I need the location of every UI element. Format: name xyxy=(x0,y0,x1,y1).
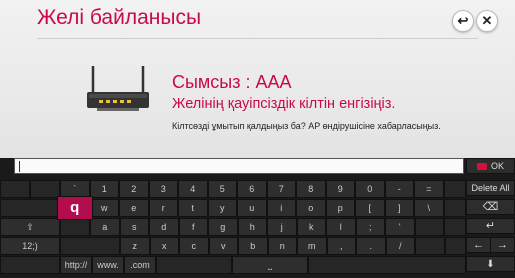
router-icon xyxy=(87,66,149,111)
key[interactable]: p xyxy=(325,199,355,217)
key-q-selected[interactable]: q xyxy=(57,196,93,220)
key[interactable]: m xyxy=(297,237,327,255)
key[interactable]: . xyxy=(356,237,386,255)
symbols-toggle-key[interactable]: 12;) xyxy=(0,237,60,255)
blank-key xyxy=(444,218,466,236)
key[interactable]: 3 xyxy=(148,180,178,198)
text-cursor xyxy=(19,161,20,172)
forgot-password-hint: Кілтсөзді ұмытып қалдыңыз ба? AP өндіруш… xyxy=(172,121,441,131)
key[interactable]: - xyxy=(384,180,414,198)
key[interactable]: i xyxy=(266,199,296,217)
dialog-title: Желі байланысы xyxy=(37,6,202,29)
blank-key xyxy=(444,237,466,255)
key[interactable]: l xyxy=(326,218,356,236)
key[interactable]: o xyxy=(296,199,326,217)
key[interactable]: r xyxy=(148,199,178,217)
key[interactable]: [ xyxy=(355,199,385,217)
shift-icon[interactable]: ⇧ xyxy=(0,218,60,236)
key[interactable]: u xyxy=(237,199,267,217)
key[interactable]: d xyxy=(149,218,179,236)
ok-button[interactable]: OK xyxy=(466,158,515,174)
key[interactable]: t xyxy=(178,199,208,217)
key[interactable]: \ xyxy=(414,199,444,217)
blank-key xyxy=(0,180,30,198)
blank-key xyxy=(443,180,466,198)
blank-key xyxy=(443,199,466,217)
key[interactable]: e xyxy=(119,199,149,217)
blank-key xyxy=(308,256,466,274)
key[interactable]: v xyxy=(208,237,238,255)
left-arrow-icon[interactable]: ← xyxy=(466,237,491,253)
key[interactable]: y xyxy=(207,199,237,217)
key[interactable]: c xyxy=(179,237,209,255)
key[interactable]: z xyxy=(120,237,150,255)
download-icon[interactable]: ⬇ xyxy=(466,256,515,272)
key[interactable]: 2 xyxy=(119,180,149,198)
key[interactable]: = xyxy=(414,180,444,198)
title-separator xyxy=(37,38,478,39)
blank-key xyxy=(415,237,445,255)
close-button[interactable]: ✕ xyxy=(476,10,498,32)
back-button[interactable]: ↩ xyxy=(452,10,474,32)
key[interactable]: g xyxy=(208,218,238,236)
key[interactable]: f xyxy=(178,218,208,236)
key[interactable]: b xyxy=(238,237,268,255)
key[interactable]: 0 xyxy=(355,180,385,198)
key[interactable]: a xyxy=(90,218,120,236)
key[interactable]: n xyxy=(267,237,297,255)
key[interactable]: 4 xyxy=(178,180,208,198)
space-bar[interactable]: ⎵ xyxy=(232,256,308,274)
blank-key xyxy=(30,180,60,198)
key[interactable]: 8 xyxy=(296,180,326,198)
enter-icon[interactable]: ↵ xyxy=(466,218,515,234)
key[interactable]: 7 xyxy=(266,180,296,198)
right-arrow-icon[interactable]: → xyxy=(490,237,515,253)
key[interactable]: x xyxy=(149,237,179,255)
key[interactable]: 1 xyxy=(89,180,119,198)
key[interactable]: s xyxy=(119,218,149,236)
key[interactable]: k xyxy=(296,218,326,236)
red-button-icon xyxy=(476,163,487,170)
key[interactable]: 9 xyxy=(325,180,355,198)
key[interactable]: ; xyxy=(355,218,385,236)
shortcut-key[interactable]: http:// xyxy=(60,256,92,274)
key[interactable]: 5 xyxy=(207,180,237,198)
key[interactable]: ' xyxy=(385,218,415,236)
blank-key xyxy=(60,218,90,236)
on-screen-keyboard: OK ⇧ 12;) ` 1 2 3 4 5 6 7 8 9 0- = q w e r t y u i o p[] \ a s d f g h… xyxy=(0,158,515,278)
network-dialog: Желі байланысы ↩ ✕ Сымсыз : ААА Желінің … xyxy=(0,0,515,159)
key[interactable]: , xyxy=(326,237,356,255)
key[interactable]: w xyxy=(89,199,119,217)
security-key-prompt: Желінің қауіпсіздік кілтін енгізіңіз. xyxy=(172,96,396,112)
ok-label: OK xyxy=(490,161,504,171)
blank-key xyxy=(156,256,232,274)
key[interactable]: 6 xyxy=(237,180,267,198)
shortcut-key[interactable]: .com xyxy=(124,256,156,274)
blank-key xyxy=(0,199,60,217)
delete-all-button[interactable]: Delete All xyxy=(466,180,515,196)
password-input[interactable] xyxy=(14,158,464,174)
key[interactable]: j xyxy=(267,218,297,236)
blank-key xyxy=(414,218,444,236)
key[interactable]: / xyxy=(385,237,415,255)
network-name: Сымсыз : ААА xyxy=(172,72,292,92)
blank-key xyxy=(0,256,60,274)
blank-key xyxy=(60,237,120,255)
shortcut-key[interactable]: www. xyxy=(92,256,124,274)
backspace-icon[interactable]: ⌫ xyxy=(466,199,515,215)
key[interactable]: h xyxy=(237,218,267,236)
screen: Желі байланысы ↩ ✕ Сымсыз : ААА Желінің … xyxy=(0,0,515,278)
key[interactable]: ] xyxy=(384,199,414,217)
